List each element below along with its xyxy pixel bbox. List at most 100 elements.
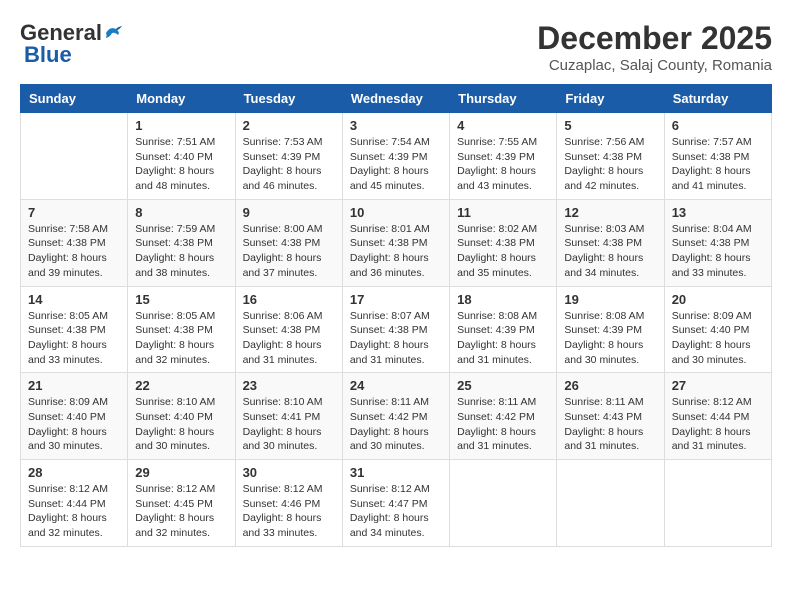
calendar-cell: 19Sunrise: 8:08 AMSunset: 4:39 PMDayligh…: [557, 286, 664, 373]
calendar-cell: 31 Sunrise: 8:12 AMSunset: 4:47 PMDayligh…: [342, 460, 449, 547]
calendar-week-1: 1 Sunrise: 7:51 AMSunset: 4:40 PMDaylight…: [21, 113, 772, 200]
calendar-cell: 11 Sunrise: 8:02 AMSunset: 4:38 PMDayligh…: [450, 199, 557, 286]
day-info: Sunrise: 8:12 AMSunset: 4:46 PMDaylight:…: [243, 482, 335, 541]
day-number: 11: [457, 205, 549, 220]
calendar-cell: 14 Sunrise: 8:05 AMSunset: 4:38 PMDayligh…: [21, 286, 128, 373]
day-number: 7: [28, 205, 120, 220]
day-number: 25: [457, 378, 549, 393]
day-info: Sunrise: 8:07 AMSunset: 4:38 PMDaylight:…: [350, 309, 442, 368]
day-number: 5: [564, 118, 656, 133]
logo-blue: Blue: [24, 42, 72, 68]
day-number: 27: [672, 378, 764, 393]
day-info: Sunrise: 8:09 AMSunset: 4:40 PMDaylight:…: [672, 309, 764, 368]
calendar-cell: 8 Sunrise: 7:59 AMSunset: 4:38 PMDaylight…: [128, 199, 235, 286]
day-number: 1: [135, 118, 227, 133]
day-number: 16: [243, 292, 335, 307]
day-number: 14: [28, 292, 120, 307]
calendar-cell: 21 Sunrise: 8:09 AMSunset: 4:40 PMDayligh…: [21, 373, 128, 460]
calendar-cell: 4 Sunrise: 7:55 AMSunset: 4:39 PMDaylight…: [450, 113, 557, 200]
day-info: Sunrise: 8:12 AMSunset: 4:44 PMDaylight:…: [28, 482, 120, 541]
weekday-header-sunday: Sunday: [21, 85, 128, 113]
calendar-cell: 7 Sunrise: 7:58 AMSunset: 4:38 PMDaylight…: [21, 199, 128, 286]
weekday-header-wednesday: Wednesday: [342, 85, 449, 113]
weekday-header-tuesday: Tuesday: [235, 85, 342, 113]
calendar-cell: 15Sunrise: 8:05 AMSunset: 4:38 PMDayligh…: [128, 286, 235, 373]
day-info: Sunrise: 7:53 AMSunset: 4:39 PMDaylight:…: [243, 135, 335, 194]
day-info: Sunrise: 8:12 AMSunset: 4:47 PMDaylight:…: [350, 482, 442, 541]
day-number: 2: [243, 118, 335, 133]
day-number: 10: [350, 205, 442, 220]
calendar-week-5: 28Sunrise: 8:12 AMSunset: 4:44 PMDayligh…: [21, 460, 772, 547]
day-number: 4: [457, 118, 549, 133]
calendar-cell: 10 Sunrise: 8:01 AMSunset: 4:38 PMDayligh…: [342, 199, 449, 286]
calendar-cell: 6 Sunrise: 7:57 AMSunset: 4:38 PMDaylight…: [664, 113, 771, 200]
weekday-header-thursday: Thursday: [450, 85, 557, 113]
day-number: 23: [243, 378, 335, 393]
day-number: 8: [135, 205, 227, 220]
calendar-cell: 29 Sunrise: 8:12 AMSunset: 4:45 PMDayligh…: [128, 460, 235, 547]
day-info: Sunrise: 8:03 AMSunset: 4:38 PMDaylight:…: [564, 222, 656, 281]
calendar-cell: [664, 460, 771, 547]
day-info: Sunrise: 8:05 AMSunset: 4:38 PMDaylight:…: [28, 309, 120, 368]
calendar-cell: [450, 460, 557, 547]
day-info: Sunrise: 8:10 AMSunset: 4:41 PMDaylight:…: [243, 395, 335, 454]
day-info: Sunrise: 8:04 AMSunset: 4:38 PMDaylight:…: [672, 222, 764, 281]
month-title: December 2025: [537, 20, 772, 57]
day-info: Sunrise: 8:10 AMSunset: 4:40 PMDaylight:…: [135, 395, 227, 454]
calendar-cell: 12 Sunrise: 8:03 AMSunset: 4:38 PMDayligh…: [557, 199, 664, 286]
day-number: 26: [564, 378, 656, 393]
day-info: Sunrise: 7:59 AMSunset: 4:38 PMDaylight:…: [135, 222, 227, 281]
calendar-cell: 30 Sunrise: 8:12 AMSunset: 4:46 PMDayligh…: [235, 460, 342, 547]
calendar-week-2: 7 Sunrise: 7:58 AMSunset: 4:38 PMDaylight…: [21, 199, 772, 286]
location: Cuzaplac, Salaj County, Romania: [537, 57, 772, 74]
day-number: 17: [350, 292, 442, 307]
day-info: Sunrise: 7:58 AMSunset: 4:38 PMDaylight:…: [28, 222, 120, 281]
calendar-cell: [21, 113, 128, 200]
calendar-cell: 22 Sunrise: 8:10 AMSunset: 4:40 PMDayligh…: [128, 373, 235, 460]
day-number: 20: [672, 292, 764, 307]
calendar-cell: 20 Sunrise: 8:09 AMSunset: 4:40 PMDayligh…: [664, 286, 771, 373]
day-info: Sunrise: 7:57 AMSunset: 4:38 PMDaylight:…: [672, 135, 764, 194]
day-number: 18: [457, 292, 549, 307]
weekday-header-friday: Friday: [557, 85, 664, 113]
calendar-cell: [557, 460, 664, 547]
calendar-cell: 17 Sunrise: 8:07 AMSunset: 4:38 PMDayligh…: [342, 286, 449, 373]
day-number: 13: [672, 205, 764, 220]
weekday-header-saturday: Saturday: [664, 85, 771, 113]
calendar-cell: 16Sunrise: 8:06 AMSunset: 4:38 PMDayligh…: [235, 286, 342, 373]
day-info: Sunrise: 7:51 AMSunset: 4:40 PMDaylight:…: [135, 135, 227, 194]
day-info: Sunrise: 8:12 AMSunset: 4:45 PMDaylight:…: [135, 482, 227, 541]
calendar-cell: 27Sunrise: 8:12 AMSunset: 4:44 PMDayligh…: [664, 373, 771, 460]
day-number: 12: [564, 205, 656, 220]
day-number: 3: [350, 118, 442, 133]
day-number: 15: [135, 292, 227, 307]
day-info: Sunrise: 8:01 AMSunset: 4:38 PMDaylight:…: [350, 222, 442, 281]
calendar-cell: 24Sunrise: 8:11 AMSunset: 4:42 PMDayligh…: [342, 373, 449, 460]
calendar-table: SundayMondayTuesdayWednesdayThursdayFrid…: [20, 84, 772, 547]
day-number: 31: [350, 465, 442, 480]
logo-bird-icon: [102, 24, 124, 42]
page-header: General Blue December 2025 Cuzaplac, Sal…: [20, 20, 772, 74]
day-info: Sunrise: 7:54 AMSunset: 4:39 PMDaylight:…: [350, 135, 442, 194]
day-info: Sunrise: 8:09 AMSunset: 4:40 PMDaylight:…: [28, 395, 120, 454]
day-info: Sunrise: 8:02 AMSunset: 4:38 PMDaylight:…: [457, 222, 549, 281]
day-info: Sunrise: 8:00 AMSunset: 4:38 PMDaylight:…: [243, 222, 335, 281]
day-number: 21: [28, 378, 120, 393]
day-number: 22: [135, 378, 227, 393]
calendar-cell: 18 Sunrise: 8:08 AMSunset: 4:39 PMDayligh…: [450, 286, 557, 373]
day-info: Sunrise: 8:08 AMSunset: 4:39 PMDaylight:…: [457, 309, 549, 368]
day-number: 30: [243, 465, 335, 480]
calendar-week-4: 21 Sunrise: 8:09 AMSunset: 4:40 PMDayligh…: [21, 373, 772, 460]
calendar-cell: 5Sunrise: 7:56 AMSunset: 4:38 PMDaylight…: [557, 113, 664, 200]
day-info: Sunrise: 8:11 AMSunset: 4:43 PMDaylight:…: [564, 395, 656, 454]
weekday-header-monday: Monday: [128, 85, 235, 113]
day-number: 9: [243, 205, 335, 220]
logo: General Blue: [20, 20, 124, 68]
day-info: Sunrise: 8:11 AMSunset: 4:42 PMDaylight:…: [457, 395, 549, 454]
day-number: 19: [564, 292, 656, 307]
day-number: 6: [672, 118, 764, 133]
day-number: 29: [135, 465, 227, 480]
day-info: Sunrise: 7:55 AMSunset: 4:39 PMDaylight:…: [457, 135, 549, 194]
calendar-cell: 1 Sunrise: 7:51 AMSunset: 4:40 PMDaylight…: [128, 113, 235, 200]
calendar-cell: 25 Sunrise: 8:11 AMSunset: 4:42 PMDayligh…: [450, 373, 557, 460]
